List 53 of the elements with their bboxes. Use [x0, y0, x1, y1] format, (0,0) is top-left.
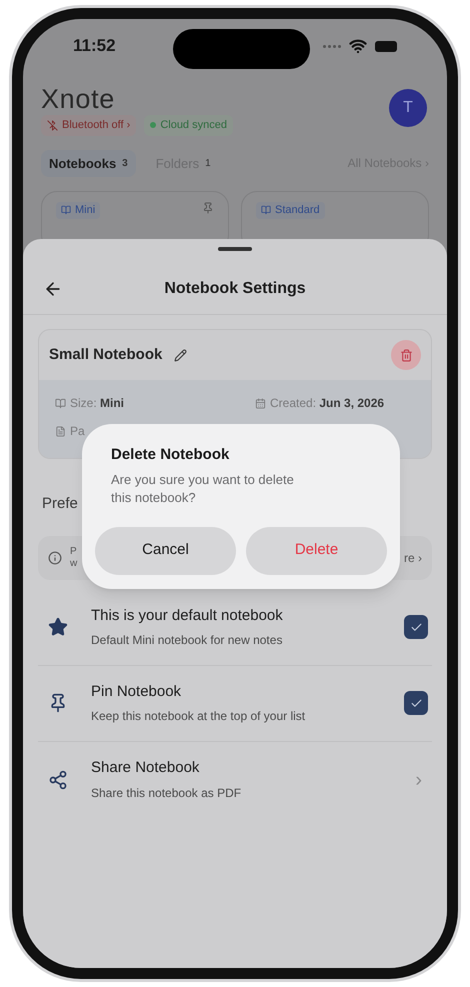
settings-row[interactable]: Pin Notebook Keep this notebook at the top of your list [38, 666, 432, 742]
row-title: Share Notebook [91, 758, 200, 778]
checkbox[interactable] [404, 691, 428, 715]
tab-count: 1 [205, 156, 211, 171]
check-icon [410, 620, 422, 634]
wifi-icon [349, 37, 367, 55]
share-icon [48, 770, 68, 790]
row-subtitle: Share this notebook as PDF [91, 784, 242, 802]
settings-row[interactable]: Share Notebook Share this notebook as PDF › [38, 742, 432, 818]
calendar-icon [255, 398, 266, 408]
notebook-name: Small Notebook [49, 344, 162, 365]
section-heading: Prefe [42, 494, 78, 514]
avatar[interactable]: T [389, 89, 427, 127]
drag-handle[interactable] [218, 247, 252, 251]
trash-icon [400, 348, 412, 362]
info-text: w [70, 558, 78, 570]
detail-text: Pa [70, 423, 85, 440]
sheet-title: Notebook Settings [164, 278, 306, 298]
edit-pencil-icon[interactable] [174, 348, 188, 362]
delete-button[interactable] [391, 340, 421, 370]
chevron: › [415, 768, 422, 792]
tab-label: Notebooks [49, 154, 116, 172]
app-logo: Xnote [41, 83, 115, 116]
check-icon [410, 696, 422, 710]
tab-count: 3 [122, 156, 128, 171]
checkbox[interactable] [404, 615, 428, 639]
size-label: Mini [75, 203, 96, 218]
info-link[interactable]: re › [404, 548, 422, 566]
battery-icon [375, 40, 397, 52]
star-icon [48, 617, 68, 637]
size-label: Standard [275, 203, 320, 218]
info-icon [48, 550, 62, 564]
dialog-message: Are you sure you want to delete this notebook? [111, 470, 295, 506]
bluetooth-status-chip[interactable]: Bluetooth off › [41, 115, 136, 136]
book-icon [61, 205, 71, 216]
detail-text: Created: Jun 3, 2026 [270, 395, 384, 412]
signal-icon [323, 44, 341, 48]
book-icon [55, 398, 66, 408]
row-title: Pin Notebook [91, 682, 182, 702]
row-subtitle: Default Mini notebook for new notes [91, 632, 283, 650]
cloud-status-chip: Cloud synced [144, 115, 233, 136]
page-icon [55, 426, 66, 436]
row-title: This is your default notebook [91, 606, 283, 626]
book-icon [261, 205, 271, 216]
cancel-button[interactable]: Cancel [95, 526, 236, 574]
info-text: P [70, 546, 78, 558]
delete-confirm-button[interactable]: Delete [246, 526, 387, 574]
row-subtitle: Keep this notebook at the top of your list [91, 708, 306, 726]
bluetooth-off-icon [47, 120, 58, 131]
dialog-title: Delete Notebook [111, 445, 230, 465]
detail-text: Size: Mini [70, 395, 124, 412]
status-time: 11:52 [73, 35, 116, 58]
notebook-tab[interactable]: Notebooks 3 [41, 150, 136, 177]
